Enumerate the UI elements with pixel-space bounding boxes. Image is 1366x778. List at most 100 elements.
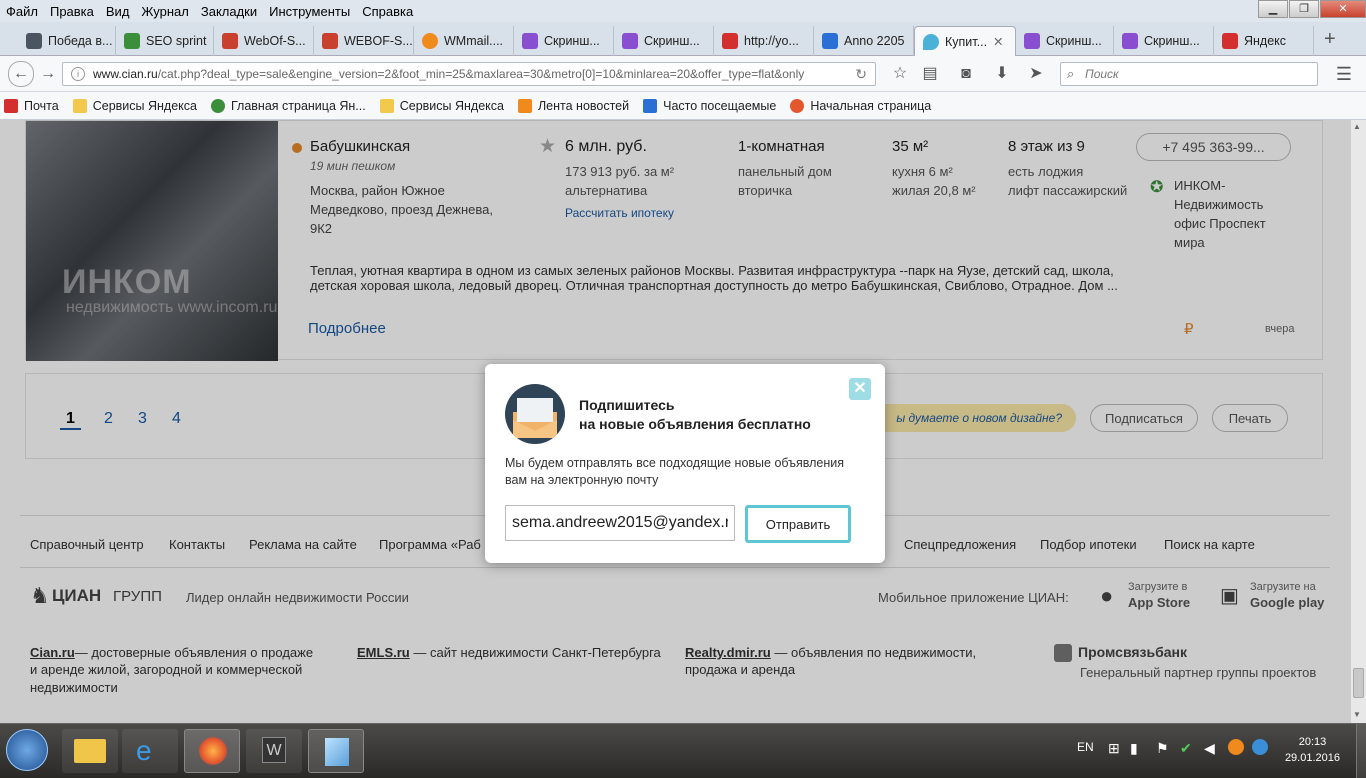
url-domain: www.cian.ru (93, 67, 158, 81)
browser-tab[interactable]: Скринш... (514, 26, 614, 56)
address-bar[interactable]: i www.cian.ru/cat.php?deal_type=sale&eng… (62, 62, 876, 86)
close-window-button[interactable]: ✕ (1320, 0, 1366, 18)
email-field[interactable] (505, 505, 735, 541)
windows-taskbar: e W EN ⊞ ▮ ⚑ ✔ ◀ 20:13 29.01.2016 (0, 723, 1366, 778)
network-icon[interactable]: ▮ (1130, 740, 1138, 757)
send-icon[interactable]: ➤ (1026, 64, 1046, 84)
maximize-button[interactable]: ❐ (1289, 0, 1319, 18)
menu-view[interactable]: Вид (100, 4, 136, 19)
pocket-icon[interactable]: ◙ (956, 64, 976, 84)
back-icon[interactable]: ← (8, 61, 34, 87)
navigation-bar: ← → i www.cian.ru/cat.php?deal_type=sale… (0, 56, 1366, 92)
clock-time: 20:13 (1298, 736, 1327, 748)
tab-favicon-icon (222, 33, 238, 49)
hamburger-menu-icon[interactable]: ☰ (1334, 64, 1354, 84)
bookmarks-bar: Почта Сервисы Яндекса Главная страница Я… (0, 92, 1366, 120)
menu-tools[interactable]: Инструменты (263, 4, 356, 19)
bookmark-item[interactable]: Сервисы Яндекса (379, 98, 504, 113)
modal-title-line2: на новые объявления бесплатно (579, 416, 811, 432)
subscribe-modal: ✕ Подпишитесь на новые объявления беспла… (485, 364, 885, 563)
show-desktop-button[interactable] (1356, 724, 1366, 778)
bookmark-star-icon[interactable]: ☆ (890, 64, 910, 84)
modal-body: Мы будем отправлять все подходящие новые… (505, 456, 844, 470)
bookmark-item[interactable]: Часто посещаемые (643, 98, 776, 113)
tab-close-icon[interactable]: ✕ (993, 34, 1003, 49)
globe-icon (210, 98, 225, 113)
browser-tab[interactable]: Скринш... (1016, 26, 1114, 56)
antivirus-icon[interactable]: ✔ (1180, 740, 1192, 757)
firefox-icon (790, 98, 805, 113)
folder-icon (72, 98, 87, 113)
bookmark-item[interactable]: Сервисы Яндекса (72, 98, 197, 113)
browser-tab[interactable]: http://yo... (714, 26, 814, 56)
tray-app-icon[interactable] (1228, 739, 1244, 755)
explorer-icon[interactable] (62, 729, 118, 773)
tab-favicon-icon (622, 33, 638, 49)
tab-favicon-icon (124, 33, 140, 49)
browser-tab[interactable]: SEO sprint (116, 26, 214, 56)
browser-tab[interactable]: WEBOF-S... (314, 26, 414, 56)
location-pin-icon (923, 33, 939, 50)
menu-history[interactable]: Журнал (135, 4, 194, 19)
tab-favicon-icon (322, 33, 338, 49)
notepad-icon[interactable] (308, 729, 364, 773)
volume-icon[interactable]: ◀ (1204, 740, 1215, 757)
internet-explorer-icon[interactable]: e (122, 729, 178, 773)
reload-icon[interactable]: ↻ (849, 66, 867, 83)
bookmark-item[interactable]: Почта (4, 98, 59, 113)
minimize-button[interactable]: ▁ (1258, 0, 1288, 18)
search-icon: ⌕ (1067, 66, 1075, 81)
tab-favicon-icon (722, 33, 738, 49)
clock-date: 29.01.2016 (1284, 752, 1340, 764)
scroll-down-icon[interactable]: ▼ (1353, 710, 1361, 719)
rss-icon (517, 98, 532, 113)
modal-body-line2: вам на электронную почту (505, 473, 659, 487)
tab-bar: Победа в... SEO sprint WebOf-S... WEBOF-… (0, 22, 1366, 56)
menu-edit[interactable]: Правка (44, 4, 100, 19)
search-input[interactable]: ⌕ Поиск (1060, 62, 1318, 86)
folder-icon (379, 98, 394, 113)
new-tab-button[interactable]: + (1324, 28, 1336, 51)
modal-title: Подпишитесь (579, 397, 675, 413)
envelope-icon (505, 384, 565, 444)
browser-tab[interactable]: Скринш... (614, 26, 714, 56)
browser-tab[interactable]: Скринш... (1114, 26, 1214, 56)
firefox-icon[interactable] (184, 729, 240, 773)
tray-app-icon[interactable] (1252, 739, 1268, 755)
system-clock[interactable]: 20:13 29.01.2016 (1285, 734, 1340, 766)
language-indicator[interactable]: EN (1077, 740, 1094, 754)
send-button[interactable]: Отправить (745, 505, 851, 543)
tab-favicon-icon (1024, 33, 1040, 49)
menu-help[interactable]: Справка (356, 4, 419, 19)
page-scrollbar[interactable]: ▲ ▼ (1350, 120, 1366, 723)
tab-favicon-icon (422, 33, 438, 49)
scrollbar-thumb[interactable] (1353, 668, 1364, 698)
browser-tab[interactable]: WebOf-S... (214, 26, 314, 56)
world-of-tanks-icon[interactable]: W (246, 729, 302, 773)
browser-tab[interactable]: Яндекс (1214, 26, 1314, 56)
scroll-up-icon[interactable]: ▲ (1353, 122, 1361, 131)
reading-list-icon[interactable]: ▤ (920, 64, 940, 84)
tab-favicon-icon (522, 33, 538, 49)
bookmark-item[interactable]: Начальная страница (790, 98, 931, 113)
window-controls: ▁ ❐ ✕ (1257, 0, 1366, 18)
browser-tab[interactable]: Победа в... (18, 26, 116, 56)
download-icon[interactable]: ⬇ (992, 64, 1012, 84)
close-icon[interactable]: ✕ (849, 378, 871, 400)
browser-tab-active[interactable]: Купит... ✕ (914, 26, 1016, 56)
browser-tab[interactable]: Anno 2205 (814, 26, 914, 56)
menu-bookmarks[interactable]: Закладки (195, 4, 263, 19)
bookmark-item[interactable]: Лента новостей (517, 98, 629, 113)
action-center-icon[interactable]: ⚑ (1156, 740, 1169, 757)
windows-flag-icon[interactable]: ⊞ (1108, 740, 1120, 757)
tab-favicon-icon (822, 33, 838, 49)
start-button-icon[interactable] (6, 729, 48, 771)
menu-file[interactable]: Файл (0, 4, 44, 19)
forward-icon[interactable]: → (38, 64, 58, 84)
tab-favicon-icon (1122, 33, 1138, 49)
yandex-mail-icon (4, 98, 18, 113)
tab-favicon-icon (1222, 33, 1238, 49)
bookmark-item[interactable]: Главная страница Ян... (210, 98, 366, 113)
site-info-icon[interactable]: i (71, 67, 85, 81)
browser-tab[interactable]: WMmail.... (414, 26, 514, 56)
